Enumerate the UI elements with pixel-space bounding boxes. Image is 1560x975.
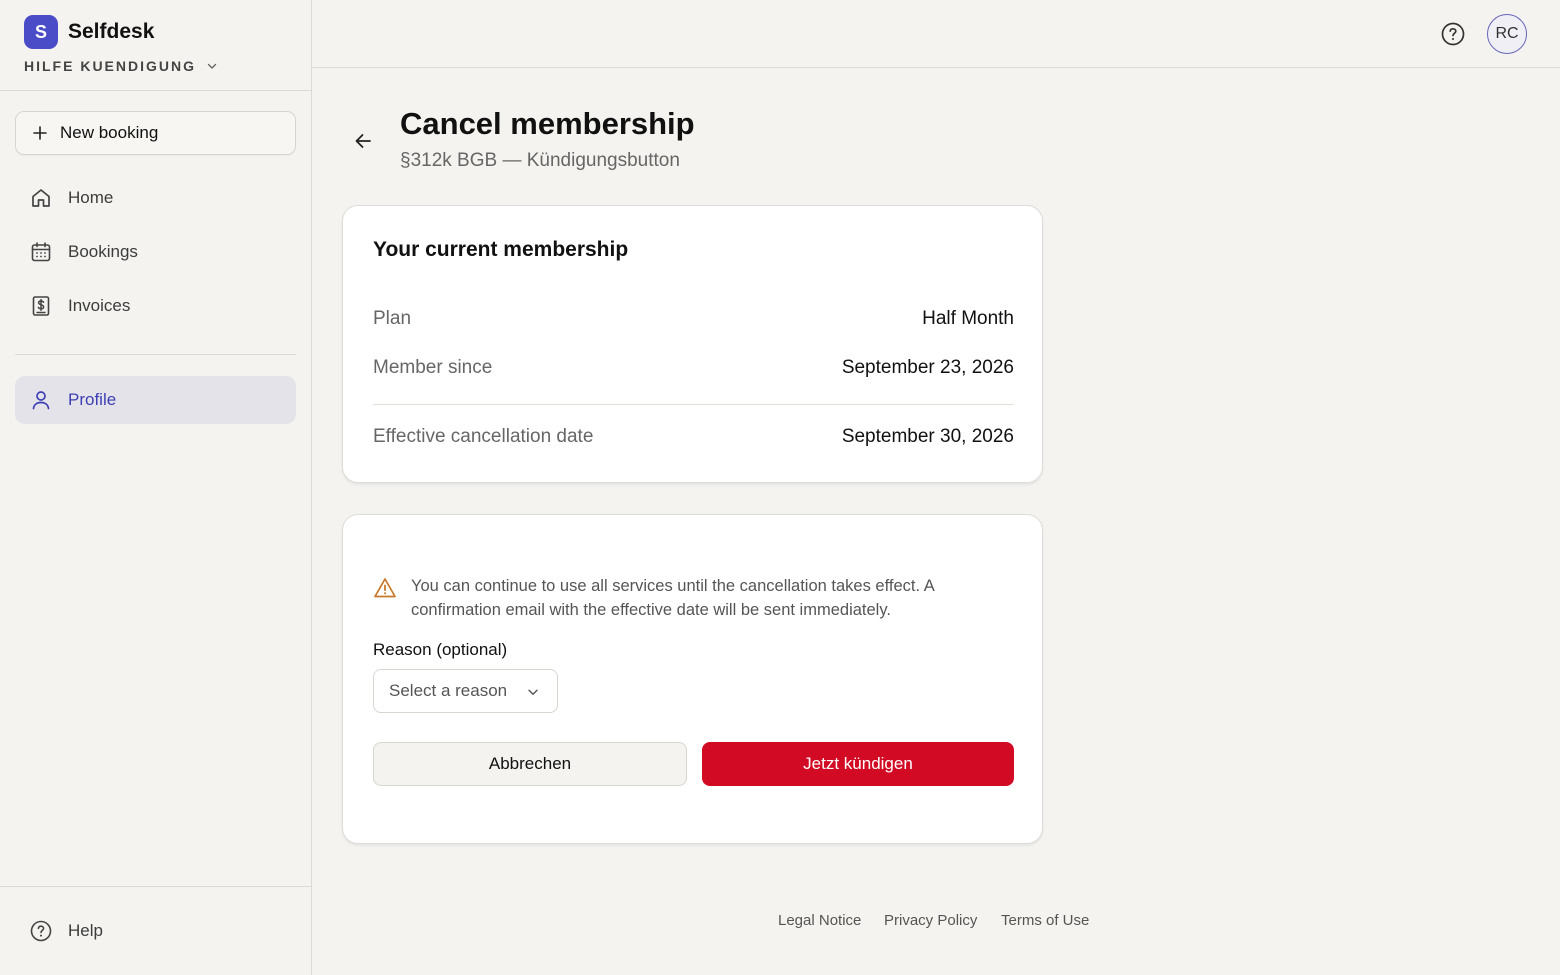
member-since-row: Member since September 23, 2026 xyxy=(373,357,1014,379)
reason-select[interactable]: Select a reason xyxy=(373,669,558,713)
new-booking-label: New booking xyxy=(60,123,159,142)
sidebar-item-profile[interactable]: Profile xyxy=(15,376,296,424)
row-label: Plan xyxy=(373,308,412,329)
app-root: S Selfdesk HILFE KUENDIGUNG New booking … xyxy=(0,0,1560,975)
warning-icon xyxy=(374,578,396,598)
effective-date-row: Effective cancellation date September 30… xyxy=(373,426,1014,448)
sidebar-divider xyxy=(0,90,311,91)
sidebar-item-label: Profile xyxy=(68,390,117,409)
help-circle-icon[interactable] xyxy=(1440,21,1466,47)
sidebar-item-bookings[interactable]: Bookings xyxy=(15,228,296,276)
reason-select-value: Select a reason xyxy=(389,681,508,700)
brand[interactable]: S Selfdesk xyxy=(24,15,154,49)
warning-text: You can continue to use all services unt… xyxy=(411,577,934,619)
warning-notice: You can continue to use all services unt… xyxy=(373,574,1014,622)
sidebar-item-home[interactable]: Home xyxy=(15,174,296,222)
workspace-switcher[interactable]: HILFE KUENDIGUNG xyxy=(24,56,218,76)
membership-card: Your current membership Plan Half Month … xyxy=(342,205,1043,483)
plan-row: Plan Half Month xyxy=(373,308,1014,330)
footer-link-legal-notice[interactable]: Legal Notice xyxy=(778,912,861,929)
page-title: Cancel membership xyxy=(400,106,695,141)
page-subtitle: §312k BGB — Kündigungsbutton xyxy=(400,150,680,171)
cancellation-card: You can continue to use all services unt… xyxy=(342,514,1043,844)
chevron-down-icon xyxy=(207,63,217,69)
card-title: Your current membership xyxy=(373,238,629,261)
calendar-icon xyxy=(29,240,53,264)
brand-name: Selfdesk xyxy=(68,20,155,43)
new-booking-button[interactable]: New booking xyxy=(15,111,296,155)
row-value: September 23, 2026 xyxy=(841,357,1014,378)
home-icon xyxy=(29,186,53,210)
avatar[interactable]: RC xyxy=(1487,14,1527,54)
sidebar-divider xyxy=(15,354,296,355)
brand-logo: S xyxy=(24,15,58,49)
sidebar-item-help[interactable]: Help xyxy=(15,907,296,955)
row-label: Member since xyxy=(373,357,493,378)
confirm-cancellation-button[interactable]: Jetzt kündigen xyxy=(702,742,1014,786)
sidebar-item-label: Invoices xyxy=(68,296,131,315)
row-divider xyxy=(373,404,1014,405)
row-value: September 30, 2026 xyxy=(841,426,1014,447)
back-arrow-icon[interactable] xyxy=(352,130,374,152)
cancel-button[interactable]: Abbrechen xyxy=(373,742,687,786)
topbar: RC xyxy=(312,0,1560,68)
sidebar-item-label: Bookings xyxy=(68,242,138,261)
chevron-down-icon xyxy=(528,689,538,695)
workspace-name: HILFE KUENDIGUNG xyxy=(24,58,196,74)
help-circle-icon xyxy=(29,919,53,943)
reason-label: Reason (optional) xyxy=(373,640,508,659)
user-icon xyxy=(29,388,53,412)
sidebar-divider xyxy=(0,886,311,887)
sidebar: S Selfdesk HILFE KUENDIGUNG New booking … xyxy=(0,0,312,975)
sidebar-item-label: Help xyxy=(68,921,103,940)
row-label: Effective cancellation date xyxy=(373,426,594,447)
plus-icon xyxy=(33,126,47,140)
row-value: Half Month xyxy=(922,308,1014,329)
footer-link-terms-of-use[interactable]: Terms of Use xyxy=(1001,912,1089,929)
invoice-icon xyxy=(29,294,53,318)
sidebar-item-label: Home xyxy=(68,188,114,207)
footer-link-privacy-policy[interactable]: Privacy Policy xyxy=(884,912,977,929)
sidebar-item-invoices[interactable]: Invoices xyxy=(15,282,296,330)
